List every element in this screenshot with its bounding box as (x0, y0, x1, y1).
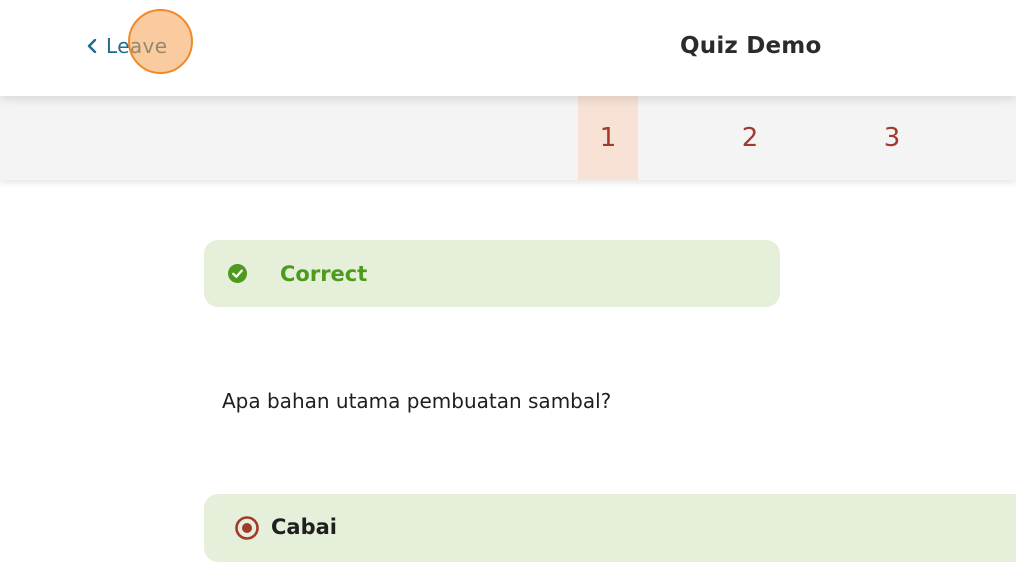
answer-label: Cabai (271, 515, 337, 539)
feedback-status: Correct (280, 262, 368, 286)
question-nav-item-3[interactable]: 3 (862, 96, 922, 180)
radio-selected-icon (235, 516, 259, 540)
answer-option[interactable]: Cabai (204, 494, 1016, 562)
header-bar: Leave Quiz Demo (0, 0, 1016, 96)
chevron-left-icon (87, 39, 97, 53)
quiz-page: Leave Quiz Demo 1 2 3 Correct Apa bahan … (0, 0, 1016, 571)
question-text: Apa bahan utama pembuatan sambal? (222, 389, 612, 413)
check-circle-icon (228, 264, 247, 283)
question-nav: 1 2 3 (0, 96, 1016, 180)
leave-label: Leave (106, 34, 168, 58)
feedback-banner: Correct (204, 240, 780, 307)
question-nav-item-1[interactable]: 1 (578, 96, 638, 180)
question-nav-item-2[interactable]: 2 (720, 96, 780, 180)
leave-link[interactable]: Leave (86, 34, 168, 58)
page-title: Quiz Demo (680, 33, 822, 59)
